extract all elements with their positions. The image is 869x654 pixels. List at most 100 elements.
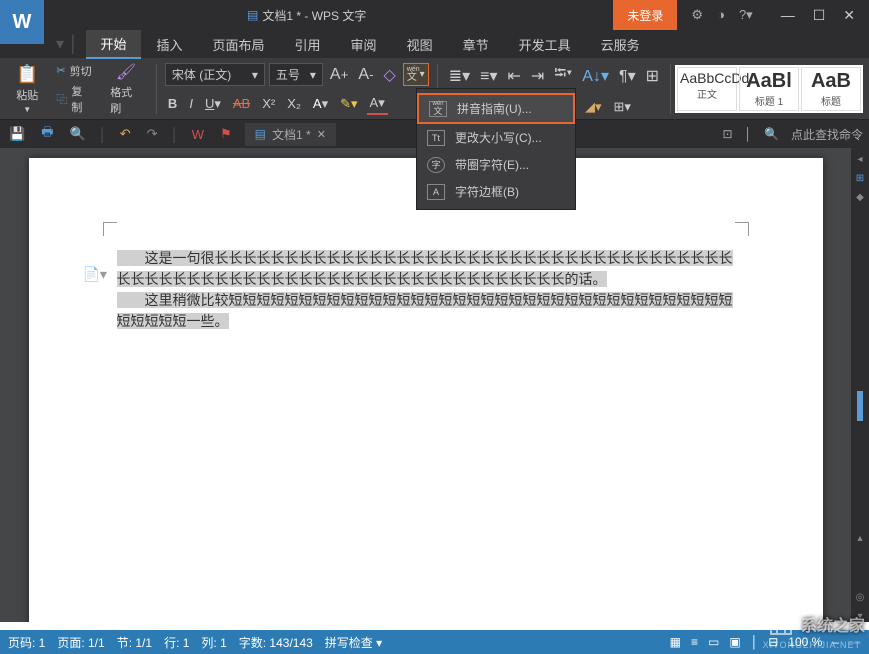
superscript-button[interactable]: X² — [259, 94, 278, 113]
borders-button[interactable]: ⊞ — [643, 64, 662, 88]
menu-char-border[interactable]: A 字符边框(B) — [417, 178, 575, 205]
tab-cloud[interactable]: 云服务 — [587, 31, 654, 58]
paste-button[interactable]: 📋 粘贴▼ — [10, 62, 44, 116]
status-pagecode[interactable]: 页码: 1 — [8, 634, 45, 651]
cut-button[interactable]: ✂剪切 — [52, 62, 96, 80]
border-icon: A — [427, 184, 445, 200]
maximize-icon[interactable]: ☐ — [813, 7, 826, 24]
menu-pinyin-guide[interactable]: wén文 拼音指南(U)... — [417, 93, 575, 124]
tab-chapter[interactable]: 章节 — [449, 31, 503, 58]
text-color-button[interactable]: A▾ — [367, 93, 388, 115]
expand-icon[interactable]: ⊡ — [722, 127, 732, 141]
chevron-left-icon[interactable]: ◂ — [857, 154, 862, 165]
content-area: 📄▾ 这是一句很长长长长长长长长长长长长长长长长长长长长长长长长长长长长长长长长… — [0, 148, 869, 622]
status-section[interactable]: 节: 1/1 — [117, 634, 152, 651]
nav-up-icon[interactable]: ▴ — [857, 533, 862, 544]
font-size-select[interactable]: 五号▾ — [269, 63, 323, 86]
zoom-in-icon[interactable]: — — [849, 635, 861, 649]
tab-insert[interactable]: 插入 — [143, 31, 197, 58]
tab-view[interactable]: 视图 — [393, 31, 447, 58]
tab-start[interactable]: 开始 — [86, 30, 140, 59]
pinyin-icon: wén文 — [429, 101, 447, 117]
document-body[interactable]: 这是一句很长长长长长长长长长长长长长长长长长长长长长长长长长长长长长长长长长长长… — [117, 248, 735, 332]
tab-review[interactable]: 审阅 — [337, 31, 391, 58]
indent-dec-button[interactable]: ⇤ — [504, 64, 523, 88]
undo-icon[interactable]: ↶ — [117, 124, 134, 144]
view-web-icon[interactable]: ▭ — [708, 635, 719, 649]
grow-font-button[interactable]: A+ — [327, 64, 351, 86]
statusbar: 页码: 1 页面: 1/1 节: 1/1 行: 1 列: 1 字数: 143/1… — [0, 630, 869, 654]
case-icon: Tt — [427, 130, 445, 146]
numbering-button[interactable]: ≡▾ — [477, 64, 500, 88]
help-icon[interactable]: ?▾ — [739, 7, 753, 23]
tab-button[interactable]: ⭾▾ — [551, 60, 575, 91]
close-icon[interactable]: ✕ — [843, 7, 855, 24]
redo-icon[interactable]: ↷ — [144, 124, 161, 144]
tab-page-layout[interactable]: 页面布局 — [199, 31, 279, 58]
status-spell[interactable]: 拼写检查 ▾ — [325, 634, 382, 651]
preview-icon[interactable]: 🔍 — [66, 124, 88, 144]
panel-icon[interactable]: ⊞ — [856, 173, 864, 184]
font-color-button[interactable]: A▾ — [310, 94, 331, 114]
status-col[interactable]: 列: 1 — [201, 634, 226, 651]
side-panel[interactable]: ◂ ⊞ ◆ ▴ ◎ ▾ — [851, 148, 869, 622]
style-gallery[interactable]: AaBbCcDd正文 AaBl标题 1 AaB标题 — [675, 65, 863, 113]
view-read-icon[interactable]: ▣ — [729, 635, 740, 649]
app-logo[interactable]: W — [0, 0, 44, 44]
sort-button[interactable]: A↓▾ — [579, 64, 612, 88]
style-normal[interactable]: AaBbCcDd正文 — [677, 67, 737, 111]
search-icon[interactable]: 🔍 — [764, 127, 779, 141]
show-marks-button[interactable]: ¶▾ — [616, 64, 639, 88]
close-tab-icon[interactable]: ✕ — [317, 128, 326, 141]
save-icon[interactable]: 💾 — [6, 124, 28, 144]
panel-icon-2[interactable]: ◆ — [856, 192, 864, 203]
bullets-button[interactable]: ≣▾ — [446, 64, 473, 88]
cog-icon[interactable]: ⚙ — [691, 7, 703, 23]
side-tab[interactable] — [857, 391, 863, 421]
highlight-button[interactable]: ✎▾ — [337, 94, 360, 114]
clear-format-button[interactable]: ◇ — [381, 63, 399, 87]
shading-button[interactable]: ◢▾ — [582, 97, 605, 117]
menu-change-case[interactable]: Tt 更改大小写(C)... — [417, 124, 575, 151]
enclosed-icon: 字 — [427, 157, 445, 173]
login-button[interactable]: 未登录 — [613, 0, 677, 30]
nav-down-icon[interactable]: ▾ — [857, 611, 862, 622]
tab-devtools[interactable]: 开发工具 — [505, 31, 585, 58]
font-name-select[interactable]: 宋体 (正文)▾ — [165, 63, 265, 86]
subscript-button[interactable]: X₂ — [284, 94, 304, 113]
zoom-out-icon[interactable]: – — [832, 635, 839, 649]
paste-options-icon[interactable]: 📄▾ — [83, 266, 107, 283]
indent-inc-button[interactable]: ⇥ — [528, 64, 547, 88]
document-tab[interactable]: ▤ 文档1 * ✕ — [245, 123, 336, 146]
print-icon[interactable]: 🖶 — [38, 121, 56, 147]
wps-icon[interactable]: W — [189, 125, 207, 144]
skin-icon[interactable]: ◑ — [717, 7, 725, 23]
document-page[interactable]: 📄▾ 这是一句很长长长长长长长长长长长长长长长长长长长长长长长长长长长长长长长长… — [29, 158, 823, 622]
view-print-icon[interactable]: ▦ — [670, 635, 681, 649]
zoom-value[interactable]: 100 % — [788, 635, 822, 649]
phonetic-guide-button[interactable]: wén文▾ — [403, 63, 429, 86]
minimize-icon[interactable]: ― — [781, 7, 795, 24]
copy-icon: ⿻ — [56, 91, 67, 107]
menubar: ▾ │ 开始 插入 页面布局 引用 审阅 视图 章节 开发工具 云服务 — [0, 30, 869, 58]
status-line[interactable]: 行: 1 — [164, 634, 189, 651]
status-page[interactable]: 页面: 1/1 — [57, 634, 104, 651]
view-outline-icon[interactable]: ≡ — [691, 635, 698, 649]
format-painter-button[interactable]: 🖌 格式刷 — [104, 60, 148, 118]
nav-target-icon[interactable]: ◎ — [856, 592, 865, 603]
tab-reference[interactable]: 引用 — [281, 31, 335, 58]
underline-button[interactable]: U▾ — [202, 94, 224, 114]
strike-button[interactable]: AB — [230, 94, 253, 113]
border-button[interactable]: ⊞▾ — [611, 97, 634, 117]
style-heading1[interactable]: AaBl标题 1 — [739, 67, 799, 111]
ruler-icon[interactable]: ⊟ — [768, 635, 778, 649]
shrink-font-button[interactable]: A- — [355, 64, 376, 86]
menu-enclosed-char[interactable]: 字 带圈字符(E)... — [417, 151, 575, 178]
italic-button[interactable]: I — [186, 94, 196, 113]
style-title[interactable]: AaB标题 — [801, 67, 861, 111]
copy-button[interactable]: ⿻复制 — [52, 82, 96, 116]
status-chars[interactable]: 字数: 143/143 — [239, 634, 313, 651]
flag-icon[interactable]: ⚑ — [217, 124, 235, 144]
search-hint[interactable]: 点此查找命令 — [791, 126, 863, 143]
bold-button[interactable]: B — [165, 94, 180, 113]
